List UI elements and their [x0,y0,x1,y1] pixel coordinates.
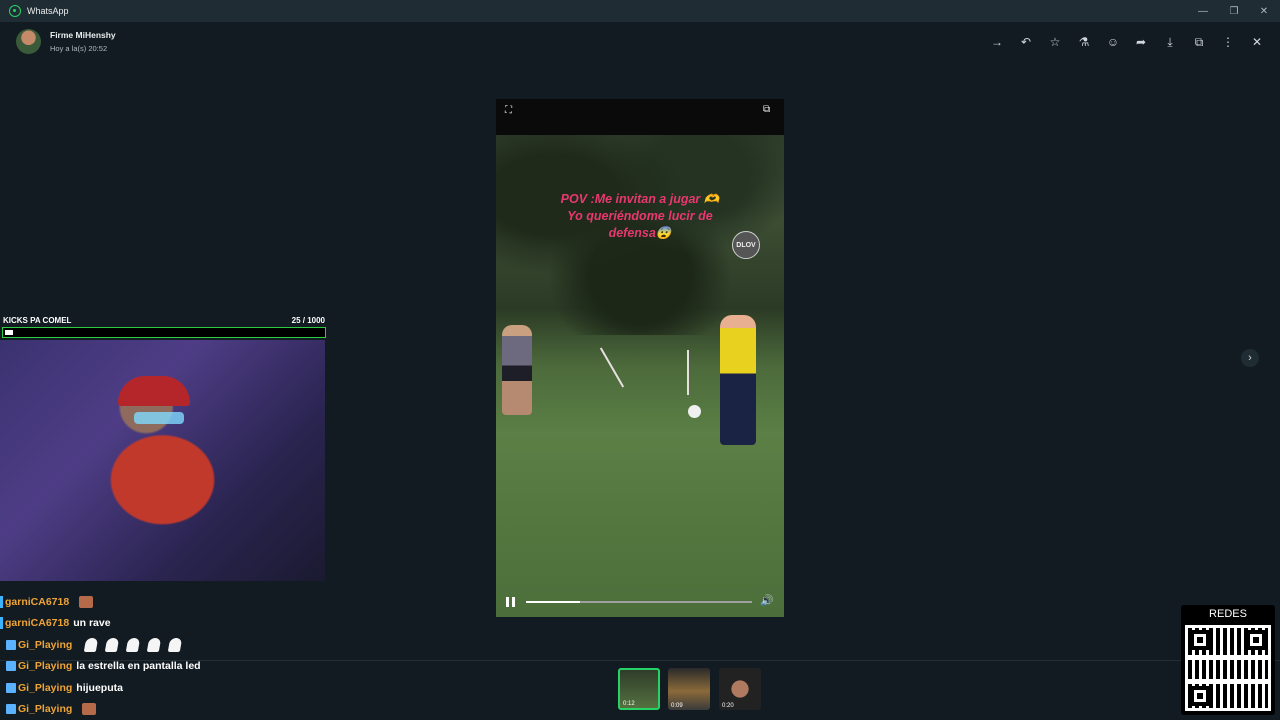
chat-message: Gi_Playing hijueputa [0,678,123,698]
picture-in-picture-icon[interactable]: ⧉ [763,104,770,115]
goal-count: 25 / 1000 [291,316,325,325]
sender-name: Firme MiHenshy [50,30,116,40]
chat-emote-icon [82,703,97,715]
chat-username: Gi_Playing [18,639,73,651]
field-pole [687,350,689,395]
video-caption-line-1: POV :Me invitan a jugar 🫶 [560,192,720,206]
thumbnail-duration: 0:12 [623,701,635,707]
soccer-ball [688,405,701,418]
volume-icon[interactable]: 🔊 [760,594,774,607]
message-timestamp: Hoy a la(s) 20:52 [50,44,108,53]
qr-title: REDES [1209,608,1247,620]
video-caption-line-2: Yo queriéndome lucir de [567,209,713,223]
qr-finder [1190,630,1210,650]
goal-title: KICKS PA COMEL [3,316,72,325]
reply-icon[interactable]: ↶ [1018,34,1034,50]
chat-badge-icon [6,661,16,671]
chat-username: garniCA6718 [5,596,70,608]
chat-message: garniCA6718 [0,592,94,612]
kicks-goal-widget: KICKS PA COMEL 25 / 1000 [2,314,326,340]
video-frame: POV :Me invitan a jugar 🫶 Yo queriéndome… [496,135,784,617]
forward-arrow-icon[interactable]: → [989,34,1005,50]
thumbnail-duration: 0:09 [671,703,683,709]
pause-button[interactable] [506,597,515,607]
chat-username: Gi_Playing [18,682,73,694]
next-media-button[interactable]: › [1241,349,1259,367]
field-pole [599,347,625,388]
download-icon[interactable]: ⤓ [1162,34,1178,50]
chat-message: Gi_Playing [0,635,183,655]
close-window-button[interactable]: ✕ [1249,0,1279,22]
pin-icon[interactable]: ⚗ [1076,34,1092,50]
streamer-glasses [134,412,184,424]
chat-text: la estrella en pantalla led [76,660,201,672]
chat-badge [0,617,3,629]
watermark-text: DLOV [736,241,756,249]
window-titlebar: WhatsApp [0,0,1280,22]
streamer-webcam [0,340,325,581]
fullscreen-icon[interactable]: ⛶ [505,105,512,116]
ghost-emote-icon [105,638,120,652]
video-watermark-logo: DLOV [732,231,760,259]
thumbnail-duration: 0:20 [722,703,734,709]
qr-code [1185,625,1271,711]
media-thumbnail[interactable]: 0:12 [618,668,660,710]
player-figure [502,325,532,415]
ghost-emote-icon [168,638,183,652]
streamer-cap [118,376,190,406]
open-external-icon[interactable]: ⧉ [1191,34,1207,50]
restore-button[interactable]: ❐ [1219,0,1249,22]
chat-message: Gi_Playing la estrella en pantalla led [0,656,201,676]
ghost-emote-icon [84,638,99,652]
goal-progress-bar [2,327,326,338]
qr-finder [1246,630,1266,650]
qr-finder [1190,686,1210,706]
chat-badge-icon [6,640,16,650]
window-title: WhatsApp [27,6,69,16]
socials-qr-widget: REDES [1181,605,1275,715]
whatsapp-logo-icon [9,5,21,17]
chat-badge-icon [6,683,16,693]
chat-message: garniCA6718 un rave [0,613,111,633]
chat-badge [0,596,3,608]
chat-username: Gi_Playing [18,703,73,715]
chat-username: Gi_Playing [18,660,73,672]
chat-text: un rave [73,617,111,629]
emoji-icon[interactable]: ☺ [1105,34,1121,50]
chat-badge-icon [6,704,16,714]
star-icon[interactable]: ☆ [1047,34,1063,50]
media-viewer-header: Firme MiHenshy Hoy a la(s) 20:52 → ↶ ☆ ⚗… [0,22,1280,62]
seek-bar[interactable] [526,601,752,603]
ghost-emote-icon [126,638,141,652]
video-top-bar: ⛶ ⧉ [496,99,784,135]
chat-username: garniCA6718 [5,617,70,629]
video-controls: 🔊 [496,589,784,613]
player-figure [720,315,756,445]
seek-progress [526,601,581,603]
chat-message: Gi_Playing [0,699,97,719]
avatar[interactable] [16,29,41,54]
video-player[interactable]: ⛶ ⧉ POV :Me invitan a jugar 🫶 Yo querién… [496,99,784,617]
close-icon[interactable]: ✕ [1249,34,1265,50]
chat-text: hijueputa [76,682,123,694]
minimize-button[interactable]: — [1188,0,1218,22]
more-icon[interactable]: ⋮ [1220,34,1236,50]
chat-emote-icon [79,596,94,608]
goal-progress-fill [5,330,13,335]
media-thumbnail[interactable]: 0:20 [719,668,761,710]
share-icon[interactable]: ➦ [1133,34,1149,50]
media-thumbnail[interactable]: 0:09 [668,668,710,710]
ghost-emote-icon [147,638,162,652]
